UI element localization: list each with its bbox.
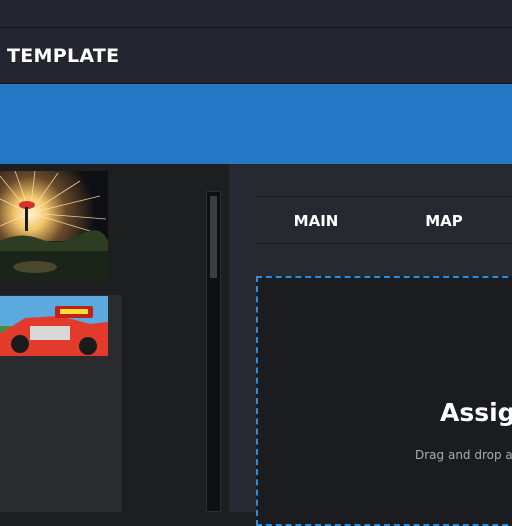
title-bar: TEMPLATE — [0, 28, 512, 84]
header-banner — [0, 84, 512, 164]
dropzone-title: Assign — [440, 398, 512, 427]
dropzone-hint: Drag and drop a flo — [415, 448, 512, 462]
thumbnail-race-car-photo[interactable] — [0, 296, 108, 356]
tab-main[interactable]: MAIN — [276, 197, 356, 245]
tab-map[interactable]: MAP — [404, 197, 484, 245]
race-car-photo-image — [0, 296, 108, 356]
asset-list-scrollbar[interactable] — [206, 191, 221, 512]
editor-tab-bar: MAIN MAP — [256, 196, 512, 244]
top-toolbar — [0, 0, 512, 28]
sparkler-photo-image — [0, 170, 108, 282]
assign-dropzone[interactable]: Assign Drag and drop a flo — [256, 276, 512, 526]
scrollbar-thumb[interactable] — [210, 196, 217, 278]
thumbnail-sparkler-photo[interactable] — [0, 170, 108, 282]
page-title: TEMPLATE — [7, 44, 120, 67]
